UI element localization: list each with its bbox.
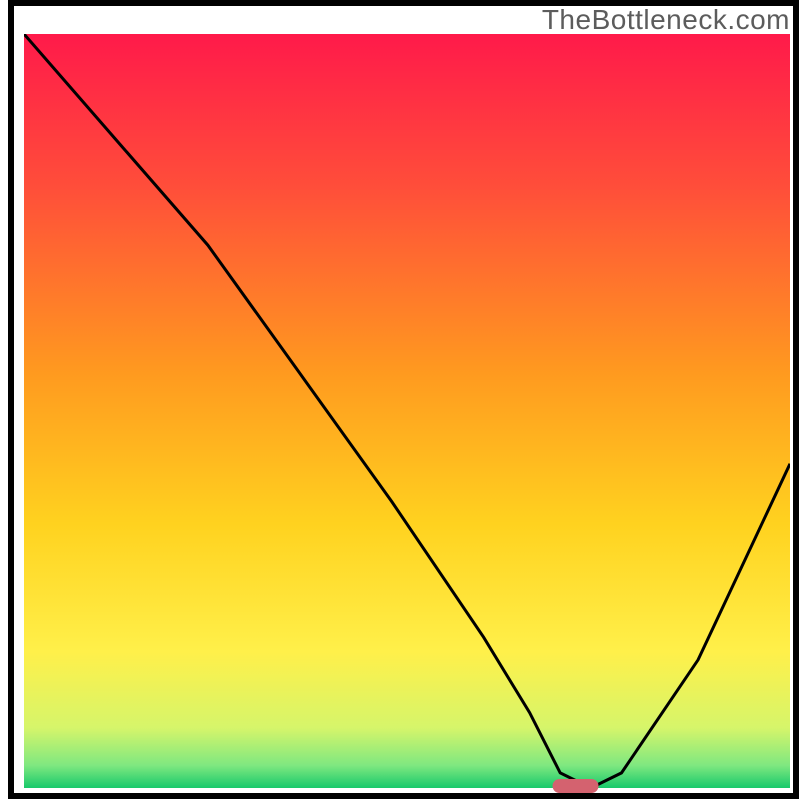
gradient-background <box>24 34 790 788</box>
chart-frame: TheBottleneck.com <box>0 0 800 800</box>
bottleneck-chart <box>0 0 800 800</box>
optimal-marker <box>553 779 599 793</box>
